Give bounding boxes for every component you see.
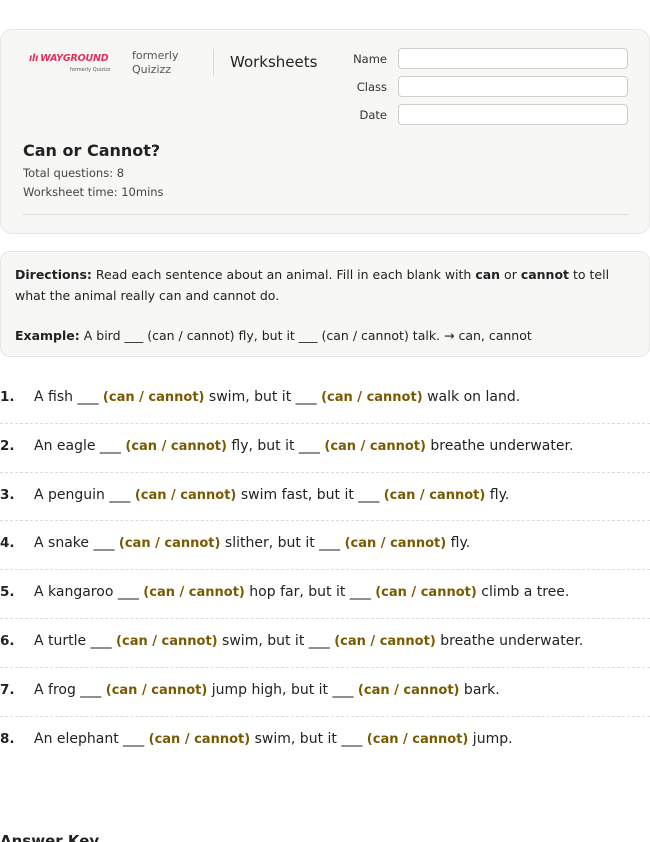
choice-options: (can / cannot) <box>321 390 423 405</box>
question-text: A penguin ___ (can / cannot) swim fast, … <box>34 486 510 503</box>
choice-options: (can / cannot) <box>125 438 227 454</box>
choice-options: (can / cannot) <box>324 438 426 454</box>
question-row: 7. A frog ___ (can / cannot) jump high, … <box>0 668 650 717</box>
question-number: 8. <box>0 730 15 747</box>
worksheet-title: Can or Cannot? <box>23 141 161 160</box>
choice-options: (can / cannot) <box>116 633 218 649</box>
class-field[interactable] <box>398 76 628 97</box>
choice-options: (can / cannot) <box>105 682 208 698</box>
question-number: 7. <box>0 681 15 698</box>
date-label: Date <box>359 108 388 122</box>
header-rule <box>23 214 628 215</box>
question-row: 2. An eagle ___ (can / cannot) fly, but … <box>0 424 650 473</box>
example-text: Example: A bird ___ (can / cannot) fly, … <box>15 328 532 343</box>
question-number: 5. <box>0 584 15 601</box>
question-number: 6. <box>0 632 15 649</box>
question-text: An elephant ___ (can / cannot) swim, but… <box>34 730 513 747</box>
question-number: 4. <box>0 535 15 552</box>
choice-options: (can / cannot) <box>344 536 447 552</box>
choice-options: (can / cannot) <box>357 682 460 698</box>
name-label: Name <box>353 52 387 66</box>
choice-options: (can / cannot) <box>143 585 245 601</box>
question-number: 1. <box>0 389 15 405</box>
formerly-quizizz-label: formerly Quizizz <box>132 49 179 76</box>
header-divider <box>213 49 214 76</box>
question-row: 6. A turtle ___ (can / cannot) swim, but… <box>0 619 650 668</box>
question-row: 1. A fish ___ (can / cannot) swim, but i… <box>0 375 650 424</box>
question-number: 3. <box>0 486 15 503</box>
choice-options: (can / cannot) <box>118 536 221 552</box>
wayground-logo: ılı WAYGROUND formerly Quizizz <box>29 53 119 79</box>
choice-options: (can / cannot) <box>383 487 486 503</box>
question-text: An eagle ___ (can / cannot) fly, but it … <box>34 437 574 454</box>
directions-text: Directions: Read each sentence about an … <box>15 267 610 303</box>
question-text: A frog ___ (can / cannot) jump high, but… <box>34 681 500 698</box>
logo-mark-icon: ılı <box>29 53 39 64</box>
question-row: 3. A penguin ___ (can / cannot) swim fas… <box>0 473 650 522</box>
answer-key-heading: Answer Key <box>0 832 100 842</box>
question-row: 5. A kangaroo ___ (can / cannot) hop far… <box>0 570 650 619</box>
question-text: A turtle ___ (can / cannot) swim, but it… <box>34 632 584 649</box>
date-field[interactable] <box>398 104 628 125</box>
question-row: 4. A snake ___ (can / cannot) slither, b… <box>0 521 650 571</box>
question-text: A kangaroo ___ (can / cannot) hop far, b… <box>34 584 570 601</box>
choice-options: (can / cannot) <box>102 390 205 405</box>
choice-options: (can / cannot) <box>148 731 251 747</box>
logo-text: WAYGROUND <box>40 53 109 64</box>
name-field[interactable] <box>398 48 628 69</box>
section-title: Worksheets <box>230 53 318 71</box>
worksheet-time: Worksheet time: 10mins <box>23 185 164 199</box>
question-text: A snake ___ (can / cannot) slither, but … <box>34 535 471 552</box>
class-label: Class <box>356 80 387 94</box>
worksheet-header-card: ılı WAYGROUND formerly Quizizz formerly Q… <box>0 29 650 234</box>
logo-subtext: formerly Quizizz <box>70 67 111 73</box>
question-number: 2. <box>0 437 15 454</box>
question-text: A fish ___ (can / cannot) swim, but it _… <box>34 389 521 405</box>
choice-options: (can / cannot) <box>375 585 477 601</box>
choice-options: (can / cannot) <box>334 633 436 649</box>
choice-options: (can / cannot) <box>366 731 469 747</box>
choice-options: (can / cannot) <box>134 487 237 503</box>
question-list: 1. A fish ___ (can / cannot) swim, but i… <box>0 375 650 765</box>
directions-card: Directions: Read each sentence about an … <box>0 251 650 357</box>
total-questions: Total questions: 8 <box>23 166 125 180</box>
question-row: 8. An elephant ___ (can / cannot) swim, … <box>0 717 650 766</box>
